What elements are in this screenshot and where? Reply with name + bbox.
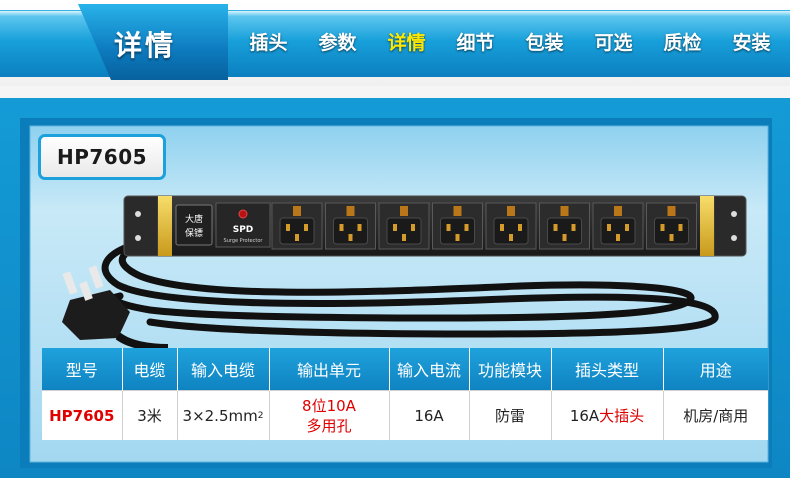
outlet xyxy=(646,202,697,250)
spec-cell-usage: 机房/商用 xyxy=(663,390,768,440)
spd-module: SPD Surge Protector xyxy=(215,202,271,248)
spec-cell-model: HP7605 xyxy=(42,390,123,440)
outlet xyxy=(271,202,323,250)
spec-input-cable-sup: 2 xyxy=(257,410,264,421)
spec-header-row: 型号 电缆 输入电缆 输出单元 输入电流 功能模块 插头类型 用途 xyxy=(42,348,768,391)
spec-input-cable-value: 3×2.5mm xyxy=(182,406,258,425)
spec-header-cable: 电缆 xyxy=(122,348,178,391)
spec-output-line2: 多用孔 xyxy=(306,416,352,435)
outlet xyxy=(325,202,376,250)
spec-cell-input-cable: 3×2.5mm2 xyxy=(177,390,270,440)
spd-sublabel: Surge Protector xyxy=(224,238,264,244)
spec-cell-current: 16A xyxy=(389,390,470,440)
spec-header-plug: 插头类型 xyxy=(551,348,664,391)
spec-cell-cable: 3米 xyxy=(122,390,178,440)
spec-output-line1: 8位10A xyxy=(302,396,356,415)
spec-header-model: 型号 xyxy=(42,348,123,391)
spec-cell-module: 防雷 xyxy=(469,390,552,440)
outlet xyxy=(485,202,537,250)
brand-badge-line1: 大唐 xyxy=(185,213,203,225)
spd-label: SPD xyxy=(233,225,254,235)
spec-header-input-cable: 输入电缆 xyxy=(177,348,270,391)
spec-cell-output: 8位10A 多用孔 xyxy=(269,390,390,440)
spec-header-current: 输入电流 xyxy=(389,348,470,391)
spec-table: 型号 电缆 输入电缆 输出单元 输入电流 功能模块 插头类型 用途 HP7605… xyxy=(42,348,768,440)
outlet xyxy=(378,202,430,250)
spec-header-module: 功能模块 xyxy=(469,348,552,391)
spec-header-output: 输出单元 xyxy=(269,348,390,391)
spec-header-usage: 用途 xyxy=(663,348,768,391)
brand-badge-line2: 保镖 xyxy=(185,227,203,239)
spec-cell-plug: 16A大插头 xyxy=(551,390,664,440)
outlet xyxy=(592,202,644,250)
brand-badge: 大唐 保镖 xyxy=(175,204,213,246)
spec-plug-highlight: 大插头 xyxy=(599,406,645,425)
outlet xyxy=(432,202,483,250)
outlet xyxy=(539,202,590,250)
spec-row: HP7605 3米 3×2.5mm2 8位10A 多用孔 16A 防雷 16A大插… xyxy=(42,390,768,440)
spec-plug-prefix: 16A xyxy=(569,406,600,425)
